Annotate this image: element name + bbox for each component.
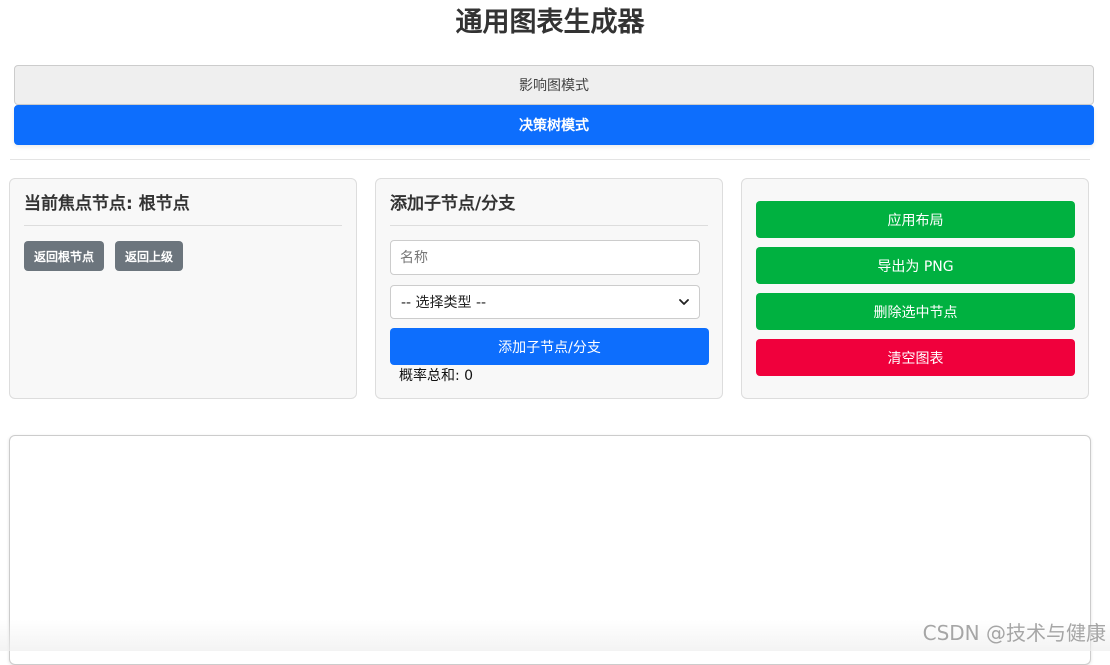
actions-panel: 应用布局 导出为 PNG 删除选中节点 清空图表 xyxy=(741,178,1089,399)
add-child-panel-heading: 添加子节点/分支 xyxy=(390,193,708,226)
export-png-button[interactable]: 导出为 PNG xyxy=(756,247,1075,284)
type-select[interactable]: -- 选择类型 -- xyxy=(390,285,700,319)
influence-mode-button[interactable]: 影响图模式 xyxy=(14,65,1094,105)
apply-layout-button[interactable]: 应用布局 xyxy=(756,201,1075,238)
watermark: CSDN @技术与健康 xyxy=(922,621,1106,645)
decision-tree-mode-button[interactable]: 决策树模式 xyxy=(14,105,1094,145)
add-child-button[interactable]: 添加子节点/分支 xyxy=(390,328,709,365)
delete-selected-node-button[interactable]: 删除选中节点 xyxy=(756,293,1075,330)
name-input[interactable] xyxy=(390,240,700,275)
divider xyxy=(10,159,1090,160)
page-title: 通用图表生成器 xyxy=(455,7,645,38)
back-to-root-button[interactable]: 返回根节点 xyxy=(24,241,105,271)
focus-panel-heading: 当前焦点节点: 根节点 xyxy=(24,193,342,226)
clear-chart-button[interactable]: 清空图表 xyxy=(756,339,1075,376)
probability-sum: 概率总和: 0 xyxy=(399,368,474,384)
back-up-button[interactable]: 返回上级 xyxy=(115,241,184,271)
focus-panel: 当前焦点节点: 根节点 返回根节点 返回上级 xyxy=(9,178,357,399)
type-select-value: -- 选择类型 -- xyxy=(401,295,487,311)
add-child-panel: 添加子节点/分支 -- 选择类型 -- 添加子节点/分支 概率总和: 0 xyxy=(375,178,723,399)
chevron-down-icon xyxy=(679,299,689,305)
